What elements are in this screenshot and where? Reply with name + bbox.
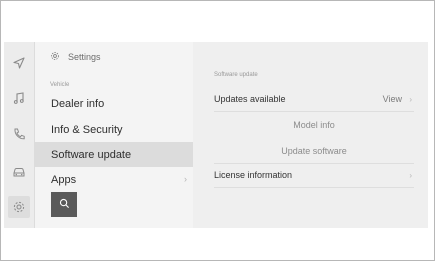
car-icon[interactable] (11, 164, 27, 180)
list-item-label: Apps (51, 173, 77, 186)
music-note-icon[interactable] (11, 90, 27, 106)
settings-list-panel: Settings Vehicle Dealer info Info & Secu… (35, 42, 193, 228)
chevron-right-icon: › (184, 174, 187, 184)
divider (214, 111, 414, 112)
model-info-button[interactable]: Model info (214, 120, 414, 130)
settings-header: Settings (50, 51, 101, 63)
list-item-label: Software update (51, 148, 132, 161)
list-item-apps[interactable]: Apps › (35, 167, 193, 192)
search-icon (59, 196, 70, 214)
list-item-label: Dealer info (51, 97, 105, 110)
icon-sidebar (4, 42, 35, 228)
license-information-row[interactable]: License information › (214, 165, 414, 185)
outer-frame: Settings Vehicle Dealer info Info & Secu… (0, 0, 435, 261)
settings-title: Settings (68, 52, 101, 62)
divider (214, 187, 414, 188)
search-button[interactable] (51, 192, 77, 217)
gear-icon[interactable] (8, 196, 30, 218)
license-information-label: License information (214, 170, 293, 180)
updates-available-row[interactable]: Updates available View › (214, 89, 414, 109)
phone-icon[interactable] (11, 126, 27, 142)
chevron-right-icon: › (409, 170, 412, 180)
settings-screen: Settings Vehicle Dealer info Info & Secu… (4, 42, 428, 228)
updates-available-label: Updates available (214, 94, 286, 104)
software-update-detail: Software update Updates available View ›… (193, 42, 428, 228)
chevron-right-icon: › (409, 94, 412, 104)
section-label-vehicle: Vehicle (50, 82, 70, 88)
divider (214, 163, 414, 164)
gear-icon (50, 51, 60, 63)
list-item-label: Info & Security (51, 123, 123, 136)
list-item-dealer-info[interactable]: Dealer info (35, 91, 193, 116)
view-link[interactable]: View (383, 94, 402, 104)
update-software-button[interactable]: Update software (214, 146, 414, 156)
detail-section-label: Software update (214, 72, 258, 78)
list-item-software-update[interactable]: Software update (35, 142, 193, 167)
list-item-info-security[interactable]: Info & Security (35, 117, 193, 142)
navigation-arrow-icon[interactable] (11, 55, 27, 71)
